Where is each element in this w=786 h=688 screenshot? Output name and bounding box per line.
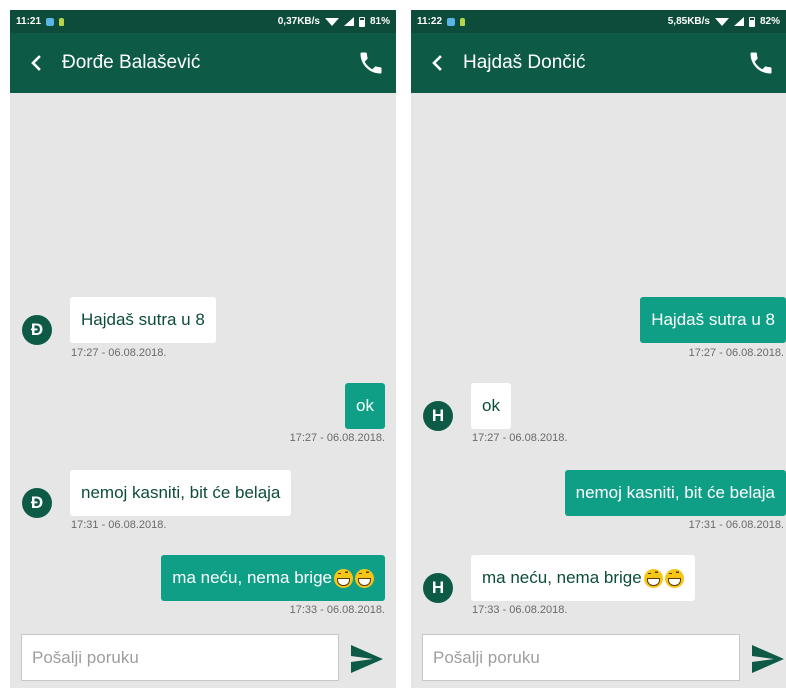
message-timestamp: 17:33 - 06.08.2018.	[289, 604, 385, 616]
phone-icon	[360, 52, 382, 74]
notification-icon	[46, 17, 55, 26]
status-bar: 11:22 5,85KB/s 82%	[411, 10, 786, 33]
message-timestamp: 17:31 - 06.08.2018.	[71, 519, 167, 531]
message-composer	[411, 632, 786, 688]
message-bubble-incoming[interactable]: ok	[471, 383, 511, 429]
message-timestamp: 17:27 - 06.08.2018.	[688, 347, 784, 359]
call-button[interactable]	[736, 33, 786, 93]
grinning-face-with-tears-icon	[334, 568, 353, 588]
wifi-icon	[714, 17, 729, 26]
battery-percent: 81%	[369, 16, 390, 27]
contact-avatar: Đ	[22, 315, 52, 345]
send-arrow-icon	[351, 645, 383, 673]
contact-name: Hajdaš Dončić	[463, 52, 586, 73]
grinning-face-with-tears-icon	[643, 568, 663, 588]
signal-icon	[343, 17, 354, 26]
arrow-left-icon	[432, 55, 442, 71]
contact-name: Đorđe Balašević	[62, 52, 201, 73]
message-bubble-outgoing[interactable]: nemoj kasniti, bit će belaja	[564, 470, 786, 516]
network-speed: 0,37KB/s	[277, 16, 320, 27]
back-button[interactable]	[10, 33, 62, 93]
battery-icon	[358, 16, 365, 27]
contact-avatar: H	[423, 573, 453, 603]
message-composer	[10, 632, 396, 688]
battery-icon	[748, 16, 755, 27]
battery-percent: 82%	[759, 16, 780, 27]
android-icon	[460, 17, 466, 26]
message-input[interactable]	[422, 634, 740, 681]
send-button[interactable]	[349, 641, 385, 677]
back-button[interactable]	[411, 33, 463, 93]
message-list[interactable]: Hajdaš sutra u 8 17:27 - 06.08.2018. H o…	[411, 93, 786, 632]
app-bar: Đorđe Balašević	[10, 33, 396, 93]
grinning-face-with-tears-icon	[664, 568, 684, 588]
call-button[interactable]	[346, 33, 396, 93]
message-text: ok	[482, 396, 500, 415]
send-button[interactable]	[750, 641, 786, 677]
status-time: 11:21	[16, 16, 42, 27]
message-bubble-incoming[interactable]: nemoj kasniti, bit će belaja	[70, 470, 292, 516]
message-timestamp: 17:31 - 06.08.2018.	[688, 519, 784, 531]
message-timestamp: 17:33 - 06.08.2018.	[472, 604, 568, 616]
status-bar: 11:21 0,37KB/s 81%	[10, 10, 396, 33]
message-bubble-incoming[interactable]: Hajdaš sutra u 8	[70, 297, 216, 343]
signal-icon	[733, 17, 744, 26]
message-timestamp: 17:27 - 06.08.2018.	[289, 432, 385, 444]
contact-avatar: H	[423, 401, 453, 431]
chat-screen-left: 11:21 0,37KB/s 81% Đorđe Balašević Đ Haj…	[10, 10, 396, 688]
message-text: ma neću, nema brige	[172, 568, 332, 587]
message-bubble-outgoing[interactable]: ma neću, nema brige	[161, 555, 385, 601]
message-text: Hajdaš sutra u 8	[81, 310, 205, 329]
message-text: ok	[356, 396, 374, 415]
arrow-left-icon	[31, 55, 41, 71]
message-text: Hajdaš sutra u 8	[651, 310, 775, 329]
message-bubble-outgoing[interactable]: Hajdaš sutra u 8	[640, 297, 786, 343]
phone-icon	[750, 52, 772, 74]
android-icon	[59, 17, 65, 26]
message-text: nemoj kasniti, bit će belaja	[575, 483, 775, 502]
message-bubble-incoming[interactable]: ma neću, nema brige	[471, 555, 695, 601]
message-bubble-outgoing[interactable]: ok	[345, 383, 385, 429]
status-time: 11:22	[417, 16, 443, 27]
message-text: ma neću, nema brige	[482, 568, 642, 587]
contact-avatar: Đ	[22, 488, 52, 518]
message-list[interactable]: Đ Hajdaš sutra u 8 17:27 - 06.08.2018. o…	[10, 93, 396, 632]
notification-icon	[447, 17, 456, 26]
chat-screen-right: 11:22 5,85KB/s 82% Hajdaš Dončić Hajdaš	[411, 10, 786, 688]
send-arrow-icon	[752, 645, 784, 673]
network-speed: 5,85KB/s	[667, 16, 710, 27]
message-input[interactable]	[21, 634, 339, 681]
message-text: nemoj kasniti, bit će belaja	[81, 483, 281, 502]
message-timestamp: 17:27 - 06.08.2018.	[71, 347, 167, 359]
message-timestamp: 17:27 - 06.08.2018.	[472, 432, 568, 444]
grinning-face-with-tears-icon	[355, 568, 374, 588]
app-bar: Hajdaš Dončić	[411, 33, 786, 93]
wifi-icon	[324, 17, 339, 26]
